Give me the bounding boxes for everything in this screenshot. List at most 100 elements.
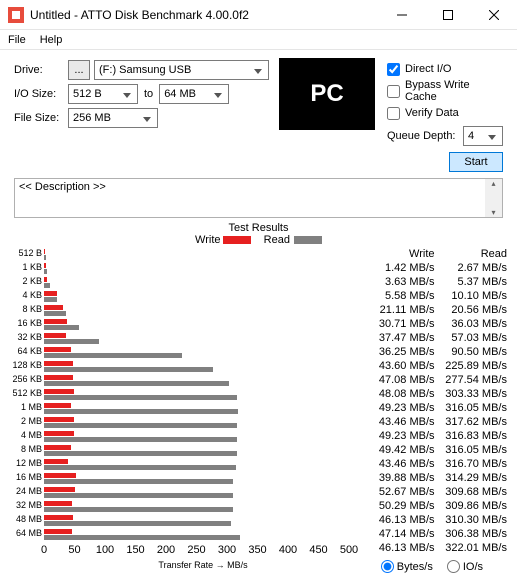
description-box[interactable]: << Description >> ▴▾ xyxy=(14,178,503,218)
x-tick: 50 xyxy=(68,544,80,556)
bar-row: 2 MB xyxy=(44,416,362,430)
y-label: 2 KB xyxy=(10,276,42,286)
table-row: 43.46 MB/s317.62 MB/s xyxy=(362,416,507,430)
window-title: Untitled - ATTO Disk Benchmark 4.00.0f2 xyxy=(30,8,379,22)
io-per-sec-radio[interactable]: IO/s xyxy=(447,560,483,573)
drive-select[interactable]: (F:) Samsung USB xyxy=(94,60,269,80)
write-bar xyxy=(44,361,73,366)
bytes-per-sec-radio[interactable]: Bytes/s xyxy=(381,560,433,573)
read-bar xyxy=(44,465,236,470)
drive-label: Drive: xyxy=(14,64,68,76)
read-bar xyxy=(44,451,237,456)
chart-legend: Write Read xyxy=(10,234,507,246)
write-column-header: Write xyxy=(362,248,435,260)
maximize-button[interactable] xyxy=(425,0,471,30)
write-bar xyxy=(44,319,67,324)
menu-file[interactable]: File xyxy=(8,34,26,46)
x-tick: 0 xyxy=(41,544,47,556)
read-column-header: Read xyxy=(435,248,508,260)
x-tick: 250 xyxy=(187,544,205,556)
iosize-to-select[interactable]: 64 MB xyxy=(159,84,229,104)
read-bar xyxy=(44,325,79,330)
read-bar xyxy=(44,493,233,498)
drive-browse-button[interactable]: ... xyxy=(68,60,90,80)
table-row: 49.23 MB/s316.83 MB/s xyxy=(362,430,507,444)
y-label: 4 KB xyxy=(10,290,42,300)
x-tick: 350 xyxy=(248,544,266,556)
y-label: 48 MB xyxy=(10,514,42,524)
table-row: 47.08 MB/s277.54 MB/s xyxy=(362,374,507,388)
table-row: 30.71 MB/s36.03 MB/s xyxy=(362,318,507,332)
table-row: 3.63 MB/s5.37 MB/s xyxy=(362,276,507,290)
results-table: Write Read 1.42 MB/s2.67 MB/s3.63 MB/s5.… xyxy=(362,248,507,573)
direct-io-checkbox[interactable]: Direct I/O xyxy=(387,58,503,80)
write-bar xyxy=(44,291,57,296)
table-row: 47.14 MB/s306.38 MB/s xyxy=(362,528,507,542)
y-label: 16 KB xyxy=(10,318,42,328)
write-bar xyxy=(44,417,74,422)
verify-data-checkbox[interactable]: Verify Data xyxy=(387,102,503,124)
close-button[interactable] xyxy=(471,0,517,30)
write-bar xyxy=(44,431,74,436)
bar-row: 64 MB xyxy=(44,528,362,542)
legend-write-swatch xyxy=(223,236,251,244)
app-icon xyxy=(8,7,24,23)
read-bar xyxy=(44,283,50,288)
x-axis: 050100150200250300350400450500 xyxy=(44,544,362,558)
filesize-select[interactable]: 256 MB xyxy=(68,108,158,128)
bar-row: 8 MB xyxy=(44,444,362,458)
table-row: 37.47 MB/s57.03 MB/s xyxy=(362,332,507,346)
write-bar xyxy=(44,263,46,268)
table-row: 43.46 MB/s316.70 MB/s xyxy=(362,458,507,472)
x-tick: 100 xyxy=(96,544,114,556)
description-scrollbar[interactable]: ▴▾ xyxy=(485,179,502,217)
table-row: 48.08 MB/s303.33 MB/s xyxy=(362,388,507,402)
write-bar xyxy=(44,515,73,520)
x-tick: 450 xyxy=(309,544,327,556)
read-bar xyxy=(44,381,229,386)
read-bar xyxy=(44,339,99,344)
bar-row: 16 KB xyxy=(44,318,362,332)
read-bar xyxy=(44,437,237,442)
read-bar xyxy=(44,535,240,540)
write-bar xyxy=(44,473,76,478)
read-bar xyxy=(44,311,66,316)
table-row: 49.42 MB/s316.05 MB/s xyxy=(362,444,507,458)
table-row: 43.60 MB/s225.89 MB/s xyxy=(362,360,507,374)
y-label: 4 MB xyxy=(10,430,42,440)
menu-help[interactable]: Help xyxy=(40,34,63,46)
table-row: 46.13 MB/s322.01 MB/s xyxy=(362,542,507,556)
write-bar xyxy=(44,403,71,408)
y-label: 24 MB xyxy=(10,486,42,496)
y-label: 8 MB xyxy=(10,444,42,454)
iosize-to-label: to xyxy=(138,88,159,100)
start-button[interactable]: Start xyxy=(449,152,503,172)
y-label: 2 MB xyxy=(10,416,42,426)
x-tick: 150 xyxy=(126,544,144,556)
bar-row: 2 KB xyxy=(44,276,362,290)
read-bar xyxy=(44,269,47,274)
minimize-button[interactable] xyxy=(379,0,425,30)
read-bar xyxy=(44,395,237,400)
read-bar xyxy=(44,507,233,512)
write-bar xyxy=(44,375,73,380)
bypass-cache-checkbox[interactable]: Bypass Write Cache xyxy=(387,80,503,102)
iosize-from-select[interactable]: 512 B xyxy=(68,84,138,104)
write-bar xyxy=(44,459,68,464)
queue-depth-label: Queue Depth: xyxy=(387,130,463,142)
y-label: 1 KB xyxy=(10,262,42,272)
read-bar xyxy=(44,423,237,428)
read-bar xyxy=(44,479,233,484)
bar-row: 24 MB xyxy=(44,486,362,500)
x-tick: 400 xyxy=(279,544,297,556)
bar-row: 48 MB xyxy=(44,514,362,528)
write-bar xyxy=(44,305,63,310)
x-tick: 300 xyxy=(218,544,236,556)
results-title: Test Results xyxy=(10,222,507,234)
bar-row: 128 KB xyxy=(44,360,362,374)
write-bar xyxy=(44,445,71,450)
queue-depth-select[interactable]: 4 xyxy=(463,126,503,146)
y-label: 32 KB xyxy=(10,332,42,342)
bar-row: 512 KB xyxy=(44,388,362,402)
bar-row: 32 MB xyxy=(44,500,362,514)
